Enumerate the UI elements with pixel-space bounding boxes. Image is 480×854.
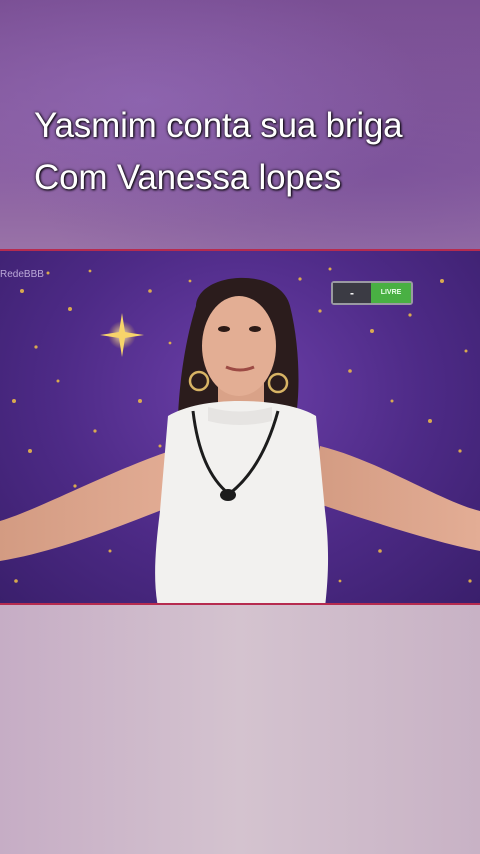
channel-watermark: RedeBBB [0, 269, 44, 280]
status-dash: - [333, 283, 371, 303]
short-video-page: Yasmim conta sua briga Com Vanessa lopes [0, 0, 480, 854]
sparkle-star-icon [100, 313, 144, 357]
blurred-bottom-background [0, 605, 480, 854]
caption-line-2: Com Vanessa lopes [34, 158, 342, 197]
video-frame[interactable]: RedeBBB - LIVRE [0, 249, 480, 605]
status-live-label: LIVRE [371, 283, 411, 303]
video-caption: Yasmim conta sua briga Com Vanessa lopes [34, 100, 464, 204]
caption-line-1: Yasmim conta sua briga [34, 106, 403, 145]
status-indicator: - LIVRE [331, 281, 413, 305]
